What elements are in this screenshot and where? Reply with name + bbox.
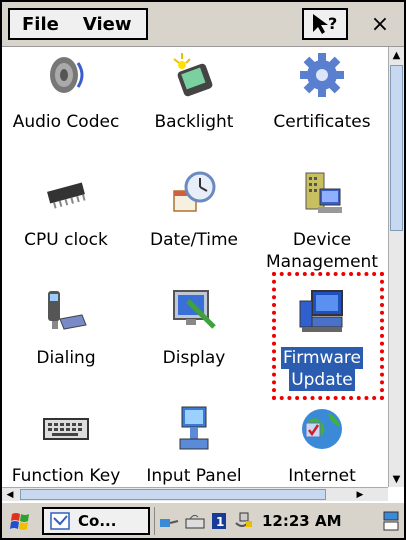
item-label-line1: Device: [292, 230, 352, 250]
taskbar-task-button[interactable]: Co...: [42, 507, 150, 535]
menu-view[interactable]: View: [71, 14, 144, 35]
phone-icon: [48, 291, 87, 330]
highlight-box: [272, 272, 384, 400]
keyboard-icon: [43, 418, 89, 440]
vertical-scrollbar[interactable]: ▲ ▼: [388, 47, 404, 487]
item-audio-codec[interactable]: Audio Codec: [2, 47, 130, 157]
item-certificates[interactable]: Certificates: [258, 47, 386, 157]
item-label: Backlight: [154, 112, 234, 132]
speaker-icon: [50, 57, 84, 93]
item-dialing[interactable]: Dialing: [2, 283, 130, 393]
help-button[interactable]: ?: [302, 8, 348, 40]
taskbar: Co... 1 12:23 AM: [2, 501, 404, 538]
taskbar-task-label: Co...: [78, 512, 117, 530]
power-plug-icon[interactable]: [232, 511, 254, 531]
start-button[interactable]: [6, 509, 36, 535]
scroll-down-arrow-icon[interactable]: ▼: [389, 471, 404, 487]
gear-icon: [300, 53, 344, 97]
scroll-up-arrow-icon[interactable]: ▲: [389, 47, 404, 63]
input-panel-toggle[interactable]: [380, 509, 402, 533]
close-button[interactable]: ×: [362, 8, 398, 40]
item-label: Function Key: [11, 466, 121, 486]
network-icon[interactable]: [158, 511, 180, 531]
taskbar-separator: [154, 507, 155, 535]
windows-flag-icon: [10, 513, 29, 530]
input-panel-toggle-icon: [383, 511, 399, 531]
horizontal-scroll-thumb[interactable]: [20, 489, 326, 500]
item-label: CPU clock: [24, 230, 108, 250]
item-label: Display: [162, 348, 226, 368]
help-pointer-icon: ?: [313, 14, 337, 34]
clock-calendar-icon: [173, 171, 216, 212]
item-label-line2: Management: [266, 252, 378, 272]
input-mode-icon[interactable]: 1: [210, 511, 228, 531]
svg-text:?: ?: [328, 14, 337, 33]
input-panel-icon: [179, 406, 209, 450]
scroll-left-arrow-icon[interactable]: ◀: [2, 488, 18, 501]
svg-text:1: 1: [216, 515, 224, 529]
item-input-panel[interactable]: Input Panel: [130, 401, 258, 487]
item-date-time[interactable]: Date/Time: [130, 165, 258, 275]
item-internet[interactable]: Internet: [258, 401, 386, 487]
keyboard-tray-icon[interactable]: [184, 511, 206, 531]
system-tray: 1 12:23 AM: [158, 507, 376, 535]
control-panel-items: Audio Codec Backlight Certificates CPU c…: [2, 47, 388, 487]
item-label: Certificates: [273, 112, 371, 132]
item-label: Date/Time: [150, 230, 238, 250]
monitor-brush-icon: [173, 290, 216, 329]
item-label: Dialing: [36, 348, 96, 368]
item-label: Internet: [288, 466, 356, 486]
menu-file[interactable]: File: [10, 14, 71, 35]
menu-group: File View: [8, 8, 148, 40]
backlight-icon: [173, 53, 213, 97]
item-label: Audio Codec: [12, 112, 120, 132]
server-icon: [305, 172, 342, 213]
item-device-management[interactable]: Device Management: [258, 165, 386, 275]
vertical-scroll-thumb[interactable]: [390, 65, 403, 231]
chip-icon: [47, 182, 86, 209]
item-display[interactable]: Display: [130, 283, 258, 393]
menu-bar: File View ? ×: [2, 2, 404, 47]
horizontal-scrollbar[interactable]: ◀ ▶: [2, 487, 388, 501]
item-cpu-clock[interactable]: CPU clock: [2, 165, 130, 275]
scroll-right-arrow-icon[interactable]: ▶: [352, 488, 368, 501]
globe-icon: [302, 409, 342, 449]
control-panel-icon: [50, 512, 70, 530]
control-panel-window: File View ? × Audio Codec Backlight Cert…: [2, 2, 404, 538]
clock[interactable]: 12:23 AM: [262, 512, 342, 530]
item-label: Input Panel: [146, 466, 242, 486]
close-icon: ×: [370, 11, 390, 37]
item-function-key[interactable]: Function Key: [2, 401, 130, 487]
item-backlight[interactable]: Backlight: [130, 47, 258, 157]
